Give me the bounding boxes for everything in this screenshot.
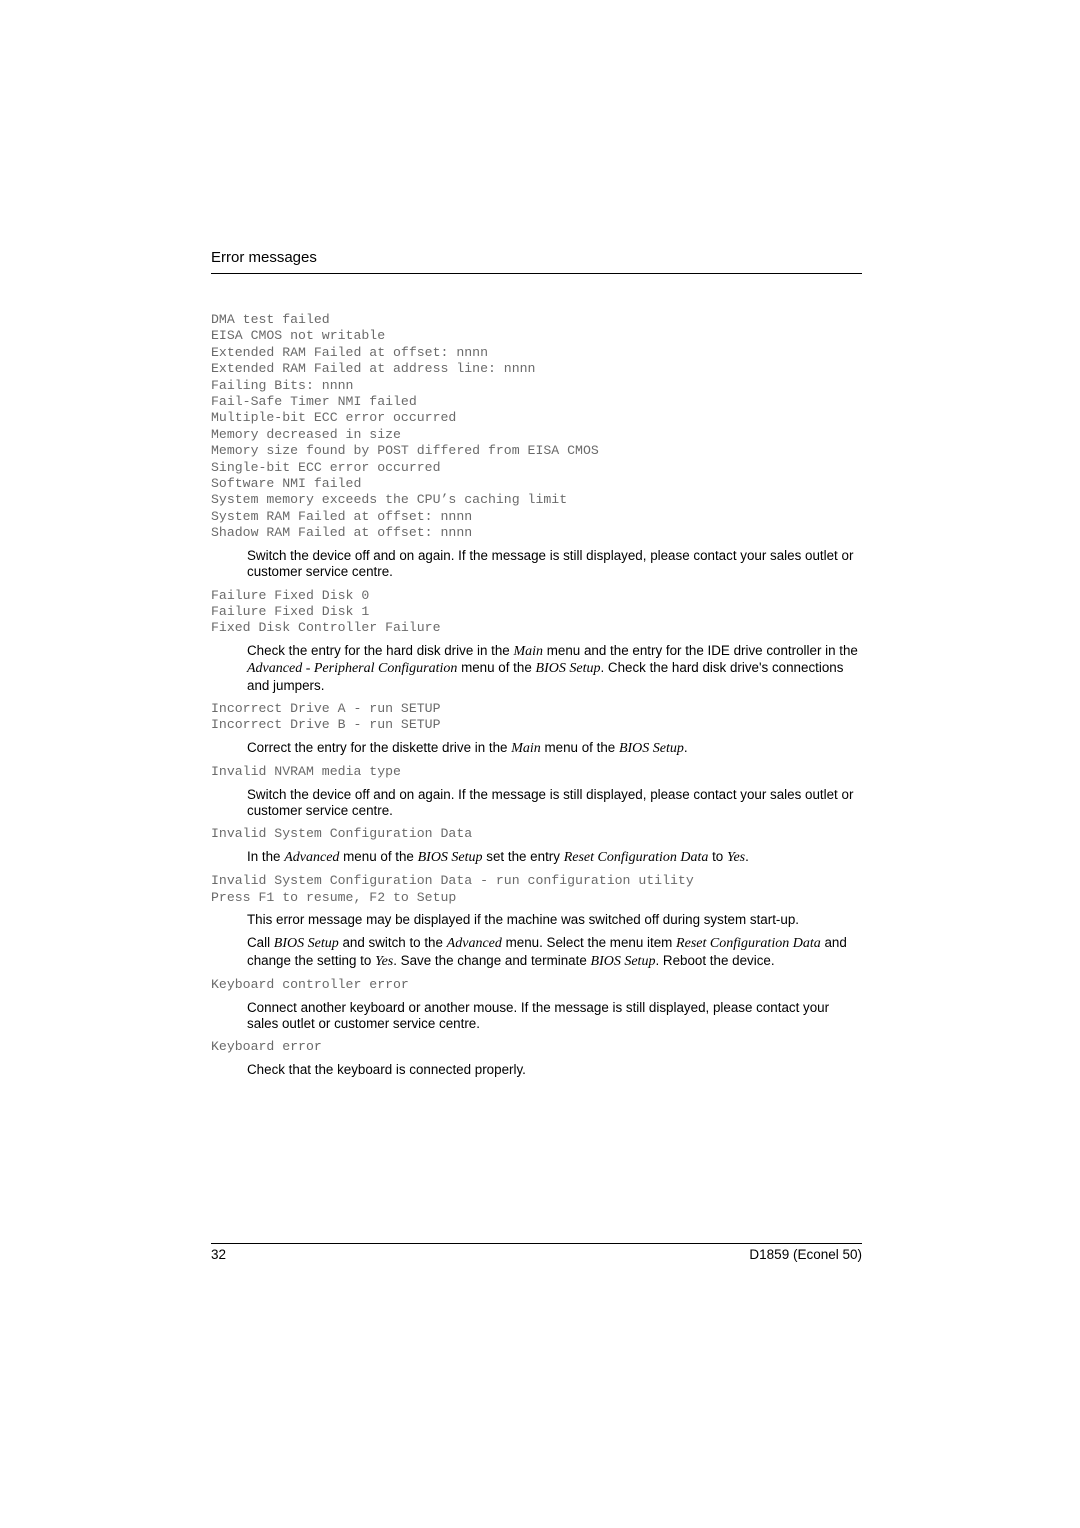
remedy-text: menu of the: [457, 660, 536, 676]
menu-term: BIOS Setup: [417, 849, 483, 865]
menu-term: Reset Configuration Data: [676, 936, 821, 952]
error-section: Keyboard controller error: [211, 977, 862, 993]
remedy-text: menu of the: [540, 739, 619, 755]
remedy-text: menu. Select the menu item: [501, 935, 677, 951]
error-remedy: Call BIOS Setup and switch to the Advanc…: [247, 935, 862, 970]
error-remedy: In the Advanced menu of the BIOS Setup s…: [247, 849, 862, 866]
error-code: Incorrect Drive B - run SETUP: [211, 717, 441, 733]
error-code: Software NMI failed: [211, 476, 362, 492]
remedy-text: and switch to the: [338, 935, 447, 951]
menu-term: Main: [513, 643, 544, 659]
error-section: Invalid System Configuration Data: [211, 826, 862, 842]
menu-term: Main: [511, 740, 541, 756]
error-code: Press F1 to resume, F2 to Setup: [211, 889, 457, 905]
remedy-text: menu and the entry for the IDE drive con…: [543, 642, 858, 658]
error-code: Extended RAM Failed at offset: nnnn: [211, 344, 488, 360]
error-section: Keyboard error: [211, 1039, 862, 1055]
remedy-text: .: [683, 739, 688, 755]
error-code: Memory size found by POST differed from …: [211, 443, 599, 459]
remedy-text: Correct the entry for the diskette drive…: [247, 739, 512, 755]
error-code: System RAM Failed at offset: nnnn: [211, 508, 473, 524]
remedy-text: Switch the device off and on again. If t…: [247, 547, 854, 580]
error-remedy: Check that the keyboard is connected pro…: [247, 1062, 862, 1078]
remedy-text: Check that the keyboard is connected pro…: [247, 1061, 526, 1077]
menu-term: BIOS Setup: [590, 953, 656, 969]
page-number: 32: [211, 1247, 227, 1262]
menu-term: Reset Configuration Data: [563, 849, 709, 865]
error-remedy: This error message may be displayed if t…: [247, 912, 862, 928]
remedy-text: to: [708, 848, 727, 864]
error-code: Invalid NVRAM media type: [211, 764, 401, 780]
remedy-text: . Reboot the device.: [655, 952, 775, 968]
menu-term: Advanced - Peripheral Configuration: [247, 661, 458, 677]
error-section: Failure Fixed Disk 0 Failure Fixed Disk 1…: [211, 588, 862, 637]
error-code: Invalid System Configuration Data: [211, 826, 473, 842]
error-code: Fixed Disk Controller Failure: [211, 620, 441, 636]
remedy-text: . Save the change and terminate: [393, 952, 591, 968]
menu-term: Advanced: [446, 936, 502, 952]
error-code: Shadow RAM Failed at offset: nnnn: [211, 525, 473, 541]
error-code: Extended RAM Failed at address line: nnn…: [211, 361, 536, 377]
error-code: Fail-Safe Timer NMI failed: [211, 394, 417, 410]
remedy-text: In the: [247, 848, 285, 864]
menu-term: Yes: [375, 953, 394, 969]
error-code: EISA CMOS not writable: [211, 328, 386, 344]
remedy-text: set the entry: [482, 848, 564, 864]
menu-term: Advanced: [284, 849, 340, 865]
error-code: Multiple-bit ECC error occurred: [211, 410, 457, 426]
remedy-text: .: [745, 848, 749, 864]
error-code: Failure Fixed Disk 0: [211, 587, 370, 603]
error-code: Keyboard controller error: [211, 977, 409, 993]
error-code: Invalid System Configuration Data - run …: [211, 873, 694, 889]
error-code: Single-bit ECC error occurred: [211, 459, 441, 475]
remedy-text: Switch the device off and on again. If t…: [247, 786, 854, 818]
error-section: Invalid NVRAM media type: [211, 764, 862, 780]
error-code: Failure Fixed Disk 1: [211, 603, 370, 619]
page-title: Error messages: [211, 249, 317, 266]
menu-term: BIOS Setup: [535, 661, 601, 677]
error-code: Keyboard error: [211, 1039, 322, 1055]
error-code: Failing Bits: nnnn: [211, 377, 354, 393]
document-id: D1859 (Econel 50): [749, 1247, 862, 1262]
error-code: DMA test failed: [211, 312, 330, 327]
error-remedy: Connect another keyboard or another mous…: [247, 1000, 862, 1033]
error-remedy: Check the entry for the hard disk drive …: [247, 643, 862, 694]
menu-term: BIOS Setup: [618, 740, 684, 756]
remedy-text: menu of the: [339, 848, 418, 864]
menu-term: BIOS Setup: [273, 936, 339, 952]
footer-divider: [211, 1243, 862, 1244]
error-remedy: Correct the entry for the diskette drive…: [247, 740, 862, 757]
error-message-list: DMA test failed EISA CMOS not writable Ext…: [211, 312, 862, 1085]
error-remedy: Switch the device off and on again. If t…: [247, 787, 862, 820]
remedy-text: Check the entry for the hard disk drive …: [247, 642, 514, 658]
header-divider: [211, 273, 862, 274]
remedy-text: This error message may be displayed if t…: [247, 912, 799, 927]
error-section: DMA test failed EISA CMOS not writable Ext…: [211, 312, 862, 542]
error-code: System memory exceeds the CPU’s caching …: [211, 492, 568, 508]
error-code: Memory decreased in size: [211, 426, 401, 442]
remedy-text: Connect another keyboard or another mous…: [247, 999, 830, 1032]
error-section: Incorrect Drive A - run SETUP Incorrect D…: [211, 701, 862, 734]
remedy-text: Call: [247, 935, 274, 951]
error-remedy: Switch the device off and on again. If t…: [247, 548, 862, 581]
menu-term: Yes: [726, 849, 746, 865]
error-section: Invalid System Configuration Data - run …: [211, 873, 862, 906]
error-code: Incorrect Drive A - run SETUP: [211, 700, 441, 716]
